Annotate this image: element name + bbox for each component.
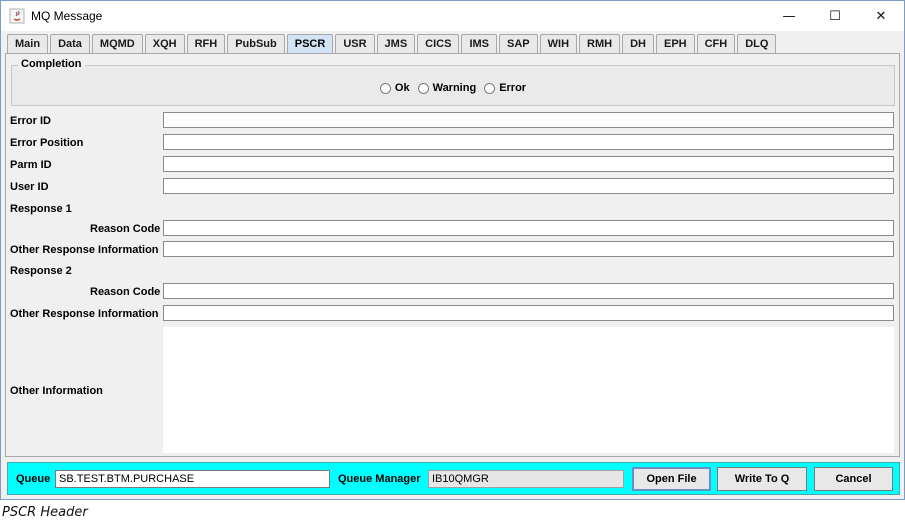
cancel-button[interactable]: Cancel (814, 467, 893, 491)
queue-bar: Queue SB.TEST.BTM.PURCHASE Queue Manager… (7, 462, 900, 495)
radio-warning[interactable]: Warning (417, 82, 477, 94)
close-button[interactable]: ✕ (858, 1, 904, 31)
mq-message-window: MQ Message — ☐ ✕ Main Data MQMD XQH RFH … (0, 0, 905, 500)
queue-manager-label: Queue Manager (338, 473, 421, 485)
header-tabs: Main Data MQMD XQH RFH PubSub PSCR USR J… (7, 34, 778, 54)
radio-circle-icon[interactable] (379, 82, 391, 94)
completion-radio-group: Ok Warning Error (12, 82, 894, 94)
tab-wih[interactable]: WIH (539, 34, 578, 54)
response-2-heading: Response 2 (10, 265, 72, 277)
other-information-textarea[interactable] (163, 327, 894, 453)
radio-ok-label: Ok (394, 82, 410, 94)
write-to-q-button[interactable]: Write To Q (717, 467, 807, 491)
tab-xqh[interactable]: XQH (144, 34, 185, 54)
response-1-heading: Response 1 (10, 203, 72, 215)
window-title: MQ Message (31, 9, 103, 23)
radio-circle-icon[interactable] (417, 82, 429, 94)
tab-dlq[interactable]: DLQ (737, 34, 777, 54)
tab-mqmd[interactable]: MQMD (91, 34, 143, 54)
other-response-2-field[interactable] (163, 305, 894, 321)
parm-id-field[interactable] (163, 156, 894, 172)
radio-error-label: Error (499, 82, 527, 94)
reason-code-2-field[interactable] (163, 283, 894, 299)
tab-eph[interactable]: EPH (655, 34, 695, 54)
reason-code-1-field[interactable] (163, 220, 894, 236)
tab-main[interactable]: Main (7, 34, 49, 54)
parm-id-label: Parm ID (10, 159, 52, 171)
error-id-label: Error ID (10, 115, 51, 127)
completion-legend: Completion (18, 58, 85, 70)
tab-usr[interactable]: USR (335, 34, 375, 54)
tab-sap[interactable]: SAP (499, 34, 538, 54)
reason-code-2-label: Reason Code (90, 286, 161, 298)
window-controls: — ☐ ✕ (766, 1, 904, 31)
radio-circle-icon[interactable] (484, 82, 496, 94)
user-id-label: User ID (10, 181, 49, 193)
pscr-panel: Completion Ok Warning Error Error ID Err… (5, 53, 900, 457)
queue-input[interactable]: SB.TEST.BTM.PURCHASE (55, 470, 330, 488)
tab-rmh[interactable]: RMH (579, 34, 621, 54)
user-id-field[interactable] (163, 178, 894, 194)
other-response-2-label: Other Response Information (10, 308, 159, 320)
tab-cfh[interactable]: CFH (696, 34, 736, 54)
title-bar: MQ Message — ☐ ✕ (1, 1, 904, 31)
queue-label: Queue (16, 473, 51, 485)
other-information-label: Other Information (10, 385, 103, 397)
radio-warning-label: Warning (432, 82, 477, 94)
queue-manager-input[interactable]: IB10QMGR (428, 470, 624, 488)
other-response-1-label: Other Response Information (10, 244, 159, 256)
tab-dh[interactable]: DH (622, 34, 654, 54)
tab-rfh[interactable]: RFH (186, 34, 226, 54)
error-position-label: Error Position (10, 137, 84, 149)
other-response-1-field[interactable] (163, 241, 894, 257)
reason-code-1-label: Reason Code (90, 223, 161, 235)
error-id-field[interactable] (163, 112, 894, 128)
error-position-field[interactable] (163, 134, 894, 150)
tab-jms[interactable]: JMS (376, 34, 416, 54)
tab-cics[interactable]: CICS (417, 34, 460, 54)
completion-group: Completion Ok Warning Error (11, 58, 895, 106)
minimize-button[interactable]: — (766, 1, 812, 31)
maximize-button[interactable]: ☐ (812, 1, 858, 31)
open-file-button[interactable]: Open File (632, 467, 711, 491)
tab-data[interactable]: Data (50, 34, 90, 54)
figure-caption: PSCR Header (2, 505, 88, 520)
radio-ok[interactable]: Ok (379, 82, 410, 94)
tab-pscr[interactable]: PSCR (286, 34, 334, 54)
radio-error[interactable]: Error (484, 82, 526, 94)
java-app-icon (9, 8, 25, 24)
tab-pubsub[interactable]: PubSub (227, 34, 285, 54)
tab-ims[interactable]: IMS (461, 34, 498, 54)
